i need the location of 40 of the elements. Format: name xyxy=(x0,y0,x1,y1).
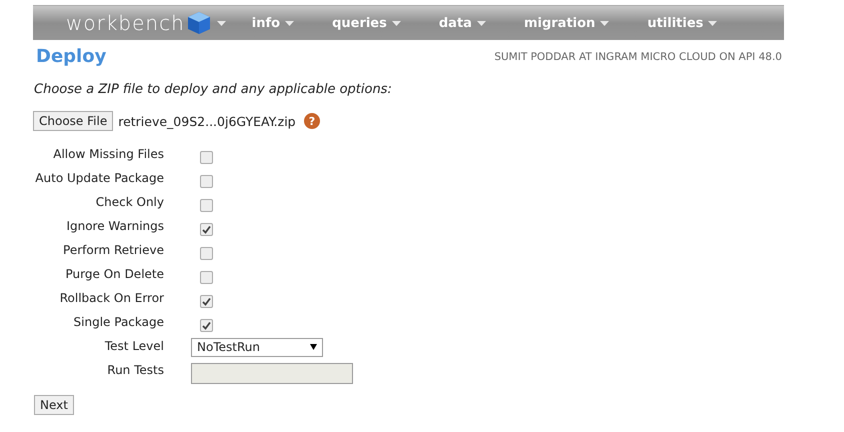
checkbox[interactable] xyxy=(200,246,213,260)
option-label: Purge On Delete xyxy=(64,266,164,283)
choose-file-button[interactable]: Choose File xyxy=(33,111,114,131)
logo-text[interactable]: workbench xyxy=(66,11,185,35)
next-button[interactable]: Next xyxy=(34,395,74,415)
test-level-select[interactable]: NoTestRun xyxy=(191,338,323,356)
option-label: Allow Missing Files xyxy=(52,146,164,163)
option-label: Ignore Warnings xyxy=(65,218,164,235)
caret-icon xyxy=(708,20,718,26)
checkbox[interactable] xyxy=(200,222,213,236)
option-label: Run Tests xyxy=(106,362,164,379)
caret-icon xyxy=(285,20,294,26)
checkbox[interactable] xyxy=(200,270,213,284)
option-label: Check Only xyxy=(94,194,164,211)
caret-icon xyxy=(476,20,486,26)
checkbox[interactable] xyxy=(200,294,213,308)
instructions: Choose a ZIP file to deploy and any applicable options: xyxy=(34,82,393,97)
caret-icon xyxy=(600,20,610,26)
dropdown-arrow-icon xyxy=(310,344,317,350)
option-label: Rollback On Error xyxy=(58,290,164,307)
option-label: Perform Retrieve xyxy=(62,242,164,259)
checkbox[interactable] xyxy=(200,198,213,212)
file-name: retrieve_09S2...0j6GYEAY.zip xyxy=(118,114,296,128)
menu-item[interactable]: queries xyxy=(332,16,387,30)
menu-item[interactable]: info xyxy=(252,16,280,30)
page-title: Deploy xyxy=(36,46,106,67)
cube-icon xyxy=(186,10,212,36)
checkbox[interactable] xyxy=(200,150,213,164)
menu-item[interactable]: data xyxy=(438,16,472,30)
caret-icon xyxy=(216,20,226,26)
option-label: Single Package xyxy=(72,314,164,331)
menu-item[interactable]: migration xyxy=(524,16,596,30)
checkbox[interactable] xyxy=(200,318,213,332)
user-info: SUMIT PODDAR AT INGRAM MICRO CLOUD ON API 48.0 xyxy=(494,50,782,62)
help-icon[interactable]: ? xyxy=(304,113,320,129)
caret-icon xyxy=(392,20,401,26)
option-label: Test Level xyxy=(104,338,164,355)
checkbox[interactable] xyxy=(200,174,213,188)
option-label: Auto Update Package xyxy=(34,170,164,187)
menu-item[interactable]: utilities xyxy=(647,16,704,30)
